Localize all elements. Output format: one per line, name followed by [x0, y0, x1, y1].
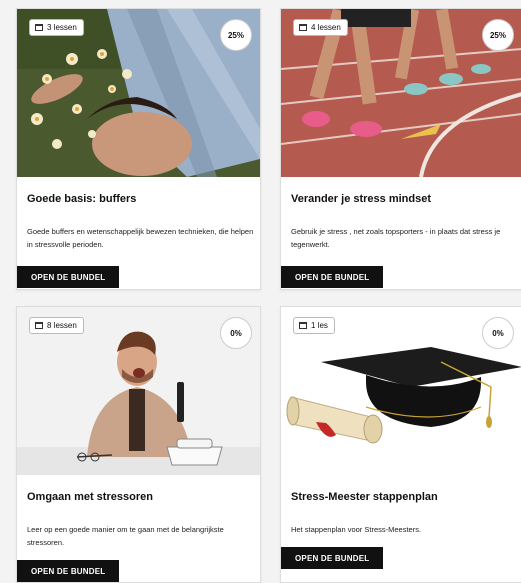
open-bundle-button[interactable]: OPEN DE BUNDEL — [281, 547, 384, 569]
progress-badge: 0% — [482, 317, 514, 349]
progress-badge: 25% — [482, 19, 514, 51]
bundle-title: Omgaan met stressoren — [27, 491, 153, 503]
calendar-icon — [35, 322, 43, 329]
lessons-badge: 8 lessen — [29, 317, 84, 334]
lessons-count: 3 lessen — [47, 23, 77, 32]
bundle-title: Verander je stress mindset — [291, 193, 432, 205]
bundle-description: Leer op een goede manier om te gaan met … — [27, 525, 224, 547]
bundle-description: Het stappenplan voor Stress-Meesters. — [291, 525, 422, 534]
lessons-badge: 3 lessen — [29, 19, 84, 36]
open-bundle-button[interactable]: OPEN DE BUNDEL — [281, 266, 384, 288]
lessons-count: 4 lessen — [311, 23, 341, 32]
lessons-count: 8 lessen — [47, 321, 77, 330]
calendar-icon — [299, 322, 307, 329]
bundle-card: 3 lessen 25% Goede basis: buffers Goede … — [16, 8, 261, 290]
bundle-description: Goede buffers en wetenschappelijk beweze… — [27, 227, 254, 249]
bundle-title: Goede basis: buffers — [27, 193, 137, 205]
bundle-grid: 3 lessen 25% Goede basis: buffers Goede … — [0, 0, 521, 583]
bundle-description: Gebruik je stress , net zoals topsporter… — [291, 227, 501, 249]
calendar-icon — [299, 24, 307, 31]
lessons-badge: 1 les — [293, 317, 335, 334]
calendar-icon — [35, 24, 43, 31]
progress-badge: 25% — [220, 19, 252, 51]
progress-badge: 0% — [220, 317, 252, 349]
bundle-title: Stress-Meester stappenplan — [291, 491, 438, 503]
lessons-badge: 4 lessen — [293, 19, 348, 36]
bundle-card: 4 lessen 25% Verander je stress mindset … — [280, 8, 521, 290]
bundle-card: 8 lessen 0% Omgaan met stressoren Leer o… — [16, 306, 261, 583]
lessons-count: 1 les — [311, 321, 328, 330]
open-bundle-button[interactable]: OPEN DE BUNDEL — [17, 266, 120, 288]
open-bundle-button[interactable]: OPEN DE BUNDEL — [17, 560, 120, 582]
bundle-card: 1 les 0% Stress-Meester stappenplan Het … — [280, 306, 521, 583]
